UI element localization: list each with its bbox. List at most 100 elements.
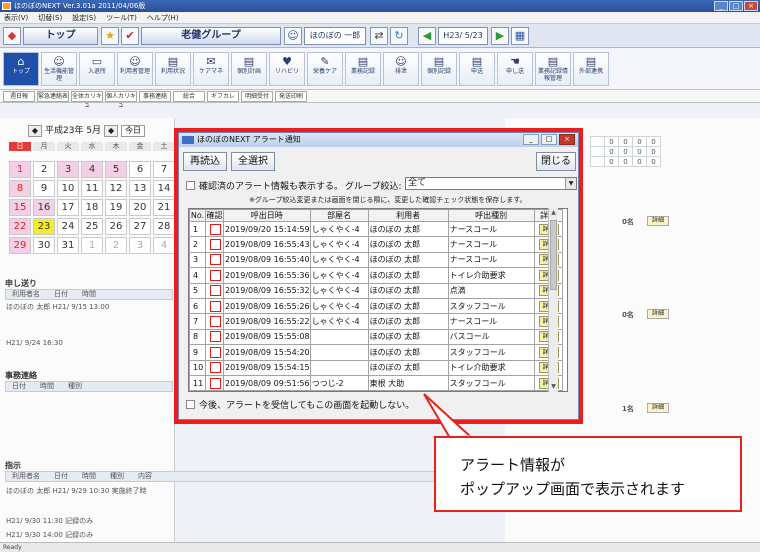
toolbar-button[interactable]: ▭ 入退所: [79, 52, 115, 86]
confirm-checkbox[interactable]: [209, 223, 221, 235]
toolbar-button[interactable]: ▤ 外部連携: [573, 52, 609, 86]
toolbar-button[interactable]: ▤ 業務記録: [345, 52, 381, 86]
confirm-checkbox[interactable]: [209, 239, 221, 251]
star-icon[interactable]: ★: [101, 27, 119, 45]
table-row[interactable]: 112019/08/09 09:51:56つつじ-2東根 大助スタッフコール詳細: [189, 374, 563, 391]
today-button[interactable]: 今日: [121, 125, 146, 137]
toolbar-button[interactable]: ✉ ケアマネ: [193, 52, 229, 86]
reload-button[interactable]: 再読込: [183, 152, 227, 171]
calendar-day[interactable]: 24: [57, 218, 79, 235]
toolbar-button[interactable]: ☺ 利用者管理: [117, 52, 153, 86]
sub-tab[interactable]: 事務連絡: [139, 91, 171, 102]
scroll-down-icon[interactable]: ▼: [549, 382, 558, 392]
calendar-day[interactable]: 31: [57, 237, 79, 254]
show-confirmed-checkbox[interactable]: [186, 181, 195, 190]
maximize-icon[interactable]: □: [729, 1, 743, 11]
chevron-down-icon[interactable]: ▼: [565, 178, 576, 189]
scroll-thumb[interactable]: [550, 220, 557, 290]
toolbar-button[interactable]: ♥ リハビリ: [269, 52, 305, 86]
switch-icon[interactable]: ⇄: [370, 27, 388, 45]
sub-tab[interactable]: 個人カリキュ: [105, 91, 137, 109]
next-month-icon[interactable]: ◆: [104, 125, 119, 137]
calendar-day[interactable]: 28: [153, 218, 175, 235]
calendar-day[interactable]: 1: [9, 161, 31, 178]
calendar-day[interactable]: 16: [33, 199, 55, 216]
toolbar-button[interactable]: ☺ 排泄: [383, 52, 419, 86]
close-icon[interactable]: ×: [559, 134, 575, 145]
calendar-day[interactable]: 10: [57, 180, 79, 197]
calendar-day[interactable]: 3: [57, 161, 79, 178]
toolbar-button[interactable]: ☺ 生活機能管理: [41, 52, 77, 86]
users-icon[interactable]: ☺: [284, 27, 302, 45]
group-filter-select[interactable]: 全て ▼: [405, 177, 577, 190]
sub-tab[interactable]: 緊急連絡表: [37, 91, 69, 102]
minimize-icon[interactable]: _: [714, 1, 728, 11]
minimize-icon[interactable]: _: [523, 134, 539, 145]
sub-tab[interactable]: ギフカレ: [207, 91, 239, 102]
menu-item[interactable]: 表示(V): [4, 12, 28, 23]
toolbar-button[interactable]: ▤ 業務記録情報管理: [535, 52, 571, 86]
table-row[interactable]: 3 2019/08/09 16:55:40 しゃくやく-4 ほのぼの 太郎 ナースコール…: [189, 251, 563, 269]
next-date-icon[interactable]: ▶: [491, 27, 509, 45]
calendar-day[interactable]: 23: [33, 218, 55, 235]
calendar-day[interactable]: 20: [129, 199, 151, 216]
calendar-day[interactable]: 2: [105, 237, 127, 254]
table-row[interactable]: 4 2019/08/09 16:55:36 しゃくやく-4 ほのぼの 太郎 トイレ介助要…: [189, 267, 563, 284]
scroll-up-icon[interactable]: ▲: [549, 208, 558, 218]
confirm-checkbox[interactable]: [209, 377, 221, 389]
calendar-day[interactable]: 22: [9, 218, 31, 235]
toolbar-button[interactable]: ⌂ トップ: [3, 52, 39, 86]
calendar-day[interactable]: 2: [33, 161, 55, 178]
calendar-day[interactable]: 4: [153, 237, 175, 254]
confirm-checkbox[interactable]: [209, 300, 221, 312]
refresh-icon[interactable]: ↻: [390, 27, 408, 45]
maximize-icon[interactable]: □: [541, 134, 557, 145]
calendar-day[interactable]: 19: [105, 199, 127, 216]
select-all-button[interactable]: 全選択: [231, 152, 275, 171]
detail-button[interactable]: 詳細: [647, 216, 669, 226]
sub-tab[interactable]: 明細受付: [241, 91, 273, 102]
calendar-day[interactable]: 7: [153, 161, 175, 178]
prev-date-icon[interactable]: ◀: [418, 27, 436, 45]
toolbar-button[interactable]: ▤ 利用状況: [155, 52, 191, 86]
menu-item[interactable]: ツール(T): [106, 12, 137, 23]
confirm-checkbox[interactable]: [209, 254, 221, 266]
prev-month-icon[interactable]: ◆: [28, 125, 42, 137]
calendar-day[interactable]: 6: [129, 161, 151, 178]
confirm-checkbox[interactable]: [209, 362, 221, 374]
group-button[interactable]: 老健グループ: [141, 27, 281, 45]
confirm-checkbox[interactable]: [209, 285, 221, 297]
sub-tab[interactable]: 週日報: [3, 91, 35, 102]
calendar-day[interactable]: 1: [81, 237, 103, 254]
calendar-day[interactable]: 9: [33, 180, 55, 197]
detail-button[interactable]: 詳細: [647, 309, 669, 319]
back-arrow-icon[interactable]: ◆: [3, 27, 21, 45]
date-field[interactable]: H23/ 5/23: [438, 27, 488, 45]
confirm-checkbox[interactable]: [209, 316, 221, 328]
toolbar-button[interactable]: ▤ 個別計画: [231, 52, 267, 86]
toolbar-button[interactable]: ▤ 申送: [459, 52, 495, 86]
calendar-day[interactable]: 14: [153, 180, 175, 197]
calendar-day[interactable]: 13: [129, 180, 151, 197]
calendar-day[interactable]: 25: [81, 218, 103, 235]
menu-item[interactable]: 切替(S): [38, 12, 62, 23]
table-row[interactable]: 92019/08/09 15:54:20ほのぼの 太郎スタッフコール詳細: [189, 344, 563, 361]
table-row[interactable]: 1 2019/09/20 15:14:59 しゃくやく-4 ほのぼの 太郎 ナースコール…: [189, 220, 563, 238]
toolbar-button[interactable]: ▤ 個別記録: [421, 52, 457, 86]
menu-item[interactable]: 設定(S): [72, 12, 96, 23]
detail-button[interactable]: 詳細: [647, 403, 669, 413]
table-row[interactable]: 2 2019/08/09 16:55:43 しゃくやく-4 ほのぼの 太郎 ナースコール…: [189, 236, 563, 253]
calendar-day[interactable]: 8: [9, 180, 31, 197]
calendar-day[interactable]: 12: [105, 180, 127, 197]
calendar-day[interactable]: 27: [129, 218, 151, 235]
user-field[interactable]: ほのぼの 一郎: [304, 27, 366, 45]
confirm-checkbox[interactable]: [209, 346, 221, 358]
sub-tab[interactable]: 全体カリキュ: [71, 91, 103, 109]
calendar-day[interactable]: 4: [81, 161, 103, 178]
calendar-day[interactable]: 26: [105, 218, 127, 235]
sub-tab[interactable]: 発送印刷: [275, 91, 307, 102]
calendar-day[interactable]: 15: [9, 199, 31, 216]
table-row[interactable]: 7 2019/08/09 16:55:22 しゃくやく-4 ほのぼの 太郎 ナースコール…: [189, 313, 563, 330]
calendar-day[interactable]: 17: [57, 199, 79, 216]
table-row[interactable]: 52019/08/09 16:55:32しゃくやく-4ほのぼの 太郎点滴詳細: [189, 282, 563, 299]
